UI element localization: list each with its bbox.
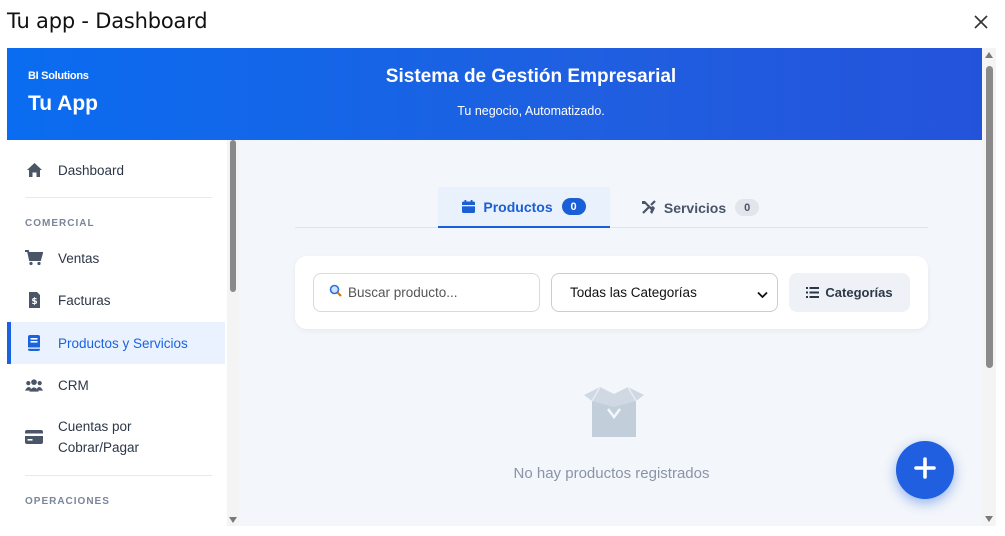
scroll-down-icon[interactable] xyxy=(229,517,237,523)
sidebar: Dashboard COMERCIAL Ventas $ Facturas Pr… xyxy=(7,140,239,526)
empty-state-message: No hay productos registrados xyxy=(513,465,710,482)
open-box-icon xyxy=(578,385,650,446)
search-icon xyxy=(329,284,342,302)
book-icon xyxy=(25,334,43,352)
sidebar-item-label: Dashboard xyxy=(58,162,125,178)
sidebar-item-label: Cuentas por Cobrar/Pagar xyxy=(58,416,139,458)
sidebar-scrollbar[interactable] xyxy=(227,140,239,526)
count-badge: 0 xyxy=(561,198,586,215)
tab-servicios[interactable]: Servicios 0 xyxy=(630,187,770,228)
app-container: BI Solutions Tu App Sistema de Gestión E… xyxy=(7,48,982,526)
sidebar-section-operaciones: OPERACIONES xyxy=(25,496,110,507)
add-button[interactable] xyxy=(896,441,954,499)
header-title: Sistema de Gestión Empresarial xyxy=(385,66,677,87)
sidebar-item-cuentas[interactable]: Cuentas por Cobrar/Pagar xyxy=(7,414,225,460)
count-badge: 0 xyxy=(735,199,760,216)
sidebar-item-ventas[interactable]: Ventas xyxy=(7,242,225,274)
main-content: Productos 0 Servicios 0 Todas las Catego… xyxy=(240,140,982,526)
sidebar-item-label-line2: Cobrar/Pagar xyxy=(58,440,140,455)
sidebar-scrollbar-thumb[interactable] xyxy=(230,140,236,292)
header-subtitle: Tu negocio, Automatizado. xyxy=(457,104,605,118)
sidebar-item-label: Facturas xyxy=(58,292,111,308)
category-select[interactable]: Todas las Categorías xyxy=(551,273,778,312)
credit-card-icon xyxy=(25,428,43,446)
sidebar-section-comercial: COMERCIAL xyxy=(25,218,95,229)
sidebar-divider xyxy=(25,197,212,198)
main-scrollbar-thumb[interactable] xyxy=(986,66,993,368)
sidebar-item-facturas[interactable]: $ Facturas xyxy=(7,284,225,316)
window-titlebar: Tu app - Dashboard xyxy=(0,0,1005,46)
tab-label: Servicios xyxy=(663,199,727,216)
scroll-down-icon[interactable] xyxy=(985,516,993,522)
app-header: BI Solutions Tu App Sistema de Gestión E… xyxy=(7,48,982,140)
tab-productos[interactable]: Productos 0 xyxy=(438,187,610,228)
users-icon xyxy=(25,376,43,394)
chevron-down-icon xyxy=(757,287,768,302)
tab-label: Productos xyxy=(483,198,553,215)
search-input[interactable] xyxy=(348,285,528,300)
tabs-divider xyxy=(295,227,928,228)
scroll-up-icon[interactable] xyxy=(985,52,993,58)
sidebar-item-label: Productos y Servicios xyxy=(58,335,188,351)
categories-button[interactable]: Categorías xyxy=(789,273,910,312)
close-icon[interactable] xyxy=(967,8,995,36)
plus-icon xyxy=(914,456,936,484)
category-select-value: Todas las Categorías xyxy=(570,285,697,300)
categories-button-label: Categorías xyxy=(825,285,893,300)
sidebar-item-dashboard[interactable]: Dashboard xyxy=(7,154,225,186)
cart-icon xyxy=(25,249,43,267)
filter-card: Todas las Categorías Categorías xyxy=(295,256,928,329)
search-field[interactable] xyxy=(313,273,540,312)
sidebar-item-label-line1: Cuentas por xyxy=(58,419,132,434)
sidebar-item-crm[interactable]: CRM xyxy=(7,369,225,401)
main-scrollbar[interactable] xyxy=(982,48,996,526)
tools-icon xyxy=(641,200,656,215)
svg-text:$: $ xyxy=(31,297,37,307)
sidebar-item-productos[interactable]: Productos y Servicios xyxy=(7,322,225,364)
sidebar-item-label: CRM xyxy=(58,377,89,393)
sidebar-divider xyxy=(25,475,212,476)
invoice-icon: $ xyxy=(25,291,43,309)
list-icon xyxy=(806,287,820,298)
sidebar-item-label: Ventas xyxy=(58,250,100,266)
calendar-box-icon xyxy=(462,200,476,213)
window-title: Tu app - Dashboard xyxy=(7,9,208,33)
home-icon xyxy=(25,161,43,179)
